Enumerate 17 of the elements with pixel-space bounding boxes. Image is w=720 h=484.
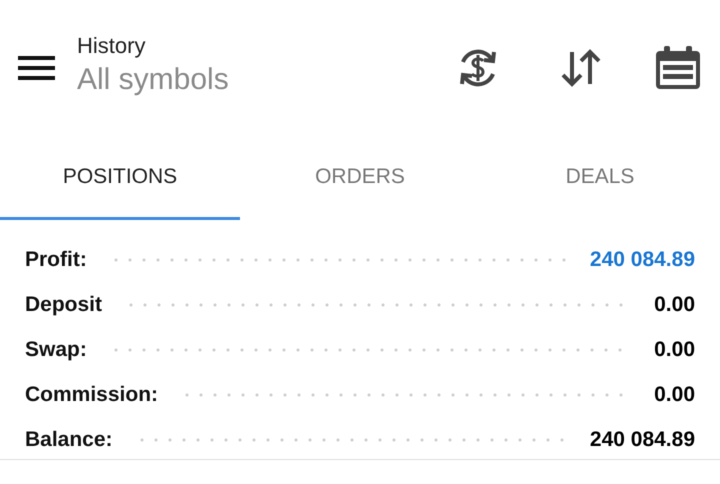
summary-value: 0.00 xyxy=(654,338,695,362)
screen-title: History xyxy=(77,32,146,60)
summary-label: Commission: xyxy=(25,382,158,406)
menu-button[interactable] xyxy=(18,54,55,82)
summary-label: Deposit xyxy=(25,292,102,316)
symbol-filter[interactable]: All symbols xyxy=(77,60,398,100)
summary-value: 0.00 xyxy=(654,382,695,406)
summary-value: 240 084.89 xyxy=(590,248,695,272)
tab[interactable]: DEALS xyxy=(480,136,720,220)
summary-label: Balance: xyxy=(25,428,113,452)
summary-value: 0.00 xyxy=(654,292,695,316)
summary-value: 240 084.89 xyxy=(590,428,695,452)
summary-label: Swap: xyxy=(25,338,87,362)
calendar-icon[interactable] xyxy=(654,45,702,91)
tab[interactable]: POSITIONS xyxy=(0,136,240,220)
tab[interactable]: ORDERS xyxy=(240,136,480,220)
summary-label: Profit: xyxy=(25,248,87,272)
